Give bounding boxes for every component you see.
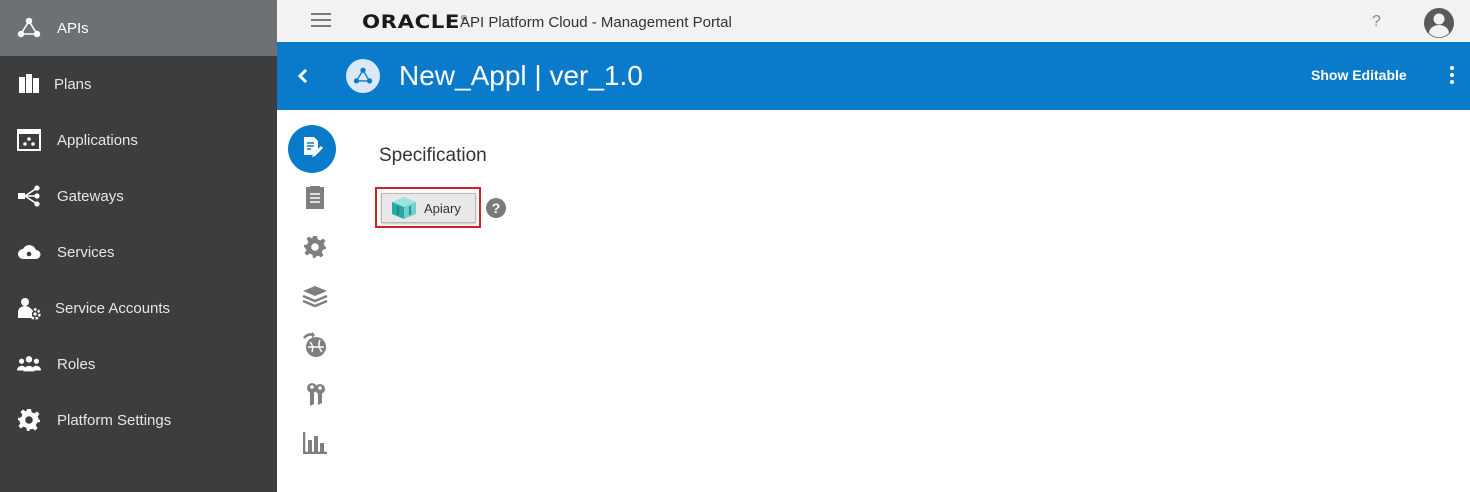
sidebar-item-label: Plans — [54, 75, 92, 93]
api-hub-icon — [17, 16, 41, 40]
more-options-icon[interactable] — [1449, 66, 1455, 84]
tab-analytics[interactable] — [291, 421, 339, 469]
sidebar-item-label: Platform Settings — [57, 411, 172, 429]
service-accounts-icon — [17, 296, 41, 320]
sidebar-item-label: Services — [57, 243, 115, 261]
sidebar: APIs Plans Applications Gateways Service… — [0, 0, 277, 492]
specification-edit-icon — [300, 135, 324, 164]
portal-title: API Platform Cloud - Management Portal — [460, 14, 732, 31]
help-icon[interactable]: ? — [486, 198, 506, 218]
top-header: ORACLE® API Platform Cloud - Management … — [277, 0, 1470, 42]
tab-document[interactable] — [291, 176, 339, 224]
tab-specification[interactable] — [288, 125, 336, 173]
tab-publish[interactable] — [291, 323, 339, 371]
api-title-bar: New_Appl | ver_1.0 Show Editable — [277, 42, 1470, 110]
show-editable-button[interactable]: Show Editable — [1311, 67, 1407, 83]
help-icon[interactable]: ? — [1372, 13, 1381, 31]
sidebar-item-label: Service Accounts — [55, 299, 171, 317]
sidebar-item-service-accounts[interactable]: Service Accounts — [0, 280, 277, 336]
keys-icon — [303, 381, 327, 412]
section-title: Specification — [379, 145, 487, 166]
gateways-icon — [17, 184, 41, 208]
api-title: New_Appl | ver_1.0 — [399, 60, 643, 91]
hamburger-menu-icon[interactable] — [311, 13, 331, 29]
sidebar-item-applications[interactable]: Applications — [0, 112, 277, 168]
oracle-logo: ORACLE® — [362, 11, 469, 33]
settings-gear-icon — [303, 235, 327, 264]
analytics-chart-icon — [302, 431, 327, 459]
api-hub-icon — [346, 59, 380, 93]
tab-settings[interactable] — [291, 225, 339, 273]
sidebar-item-label: Roles — [57, 355, 96, 373]
sidebar-item-platform-settings[interactable]: Platform Settings — [0, 392, 277, 448]
document-list-icon — [304, 185, 326, 215]
services-icon — [17, 240, 41, 264]
sidebar-item-gateways[interactable]: Gateways — [0, 168, 277, 224]
apiary-button-label: Apiary — [424, 200, 461, 216]
plans-icon — [17, 72, 41, 96]
sidebar-item-label: Gateways — [57, 187, 124, 205]
apiary-button[interactable]: Apiary — [381, 193, 476, 223]
sidebar-item-label: Applications — [57, 131, 138, 149]
user-avatar-icon[interactable] — [1423, 7, 1455, 39]
roles-icon — [17, 352, 41, 376]
sidebar-item-apis[interactable]: APIs — [0, 0, 277, 56]
tab-layers[interactable] — [291, 274, 339, 322]
tab-keys[interactable] — [291, 372, 339, 420]
layers-icon — [302, 285, 328, 312]
sidebar-item-label: APIs — [57, 19, 89, 37]
gear-icon — [17, 408, 41, 432]
sidebar-item-services[interactable]: Services — [0, 224, 277, 280]
globe-publish-icon — [302, 331, 328, 363]
sidebar-item-roles[interactable]: Roles — [0, 336, 277, 392]
applications-icon — [17, 128, 41, 152]
back-chevron-icon[interactable] — [293, 64, 315, 88]
sidebar-item-plans[interactable]: Plans — [0, 56, 277, 112]
apiary-logo-icon — [391, 195, 417, 221]
